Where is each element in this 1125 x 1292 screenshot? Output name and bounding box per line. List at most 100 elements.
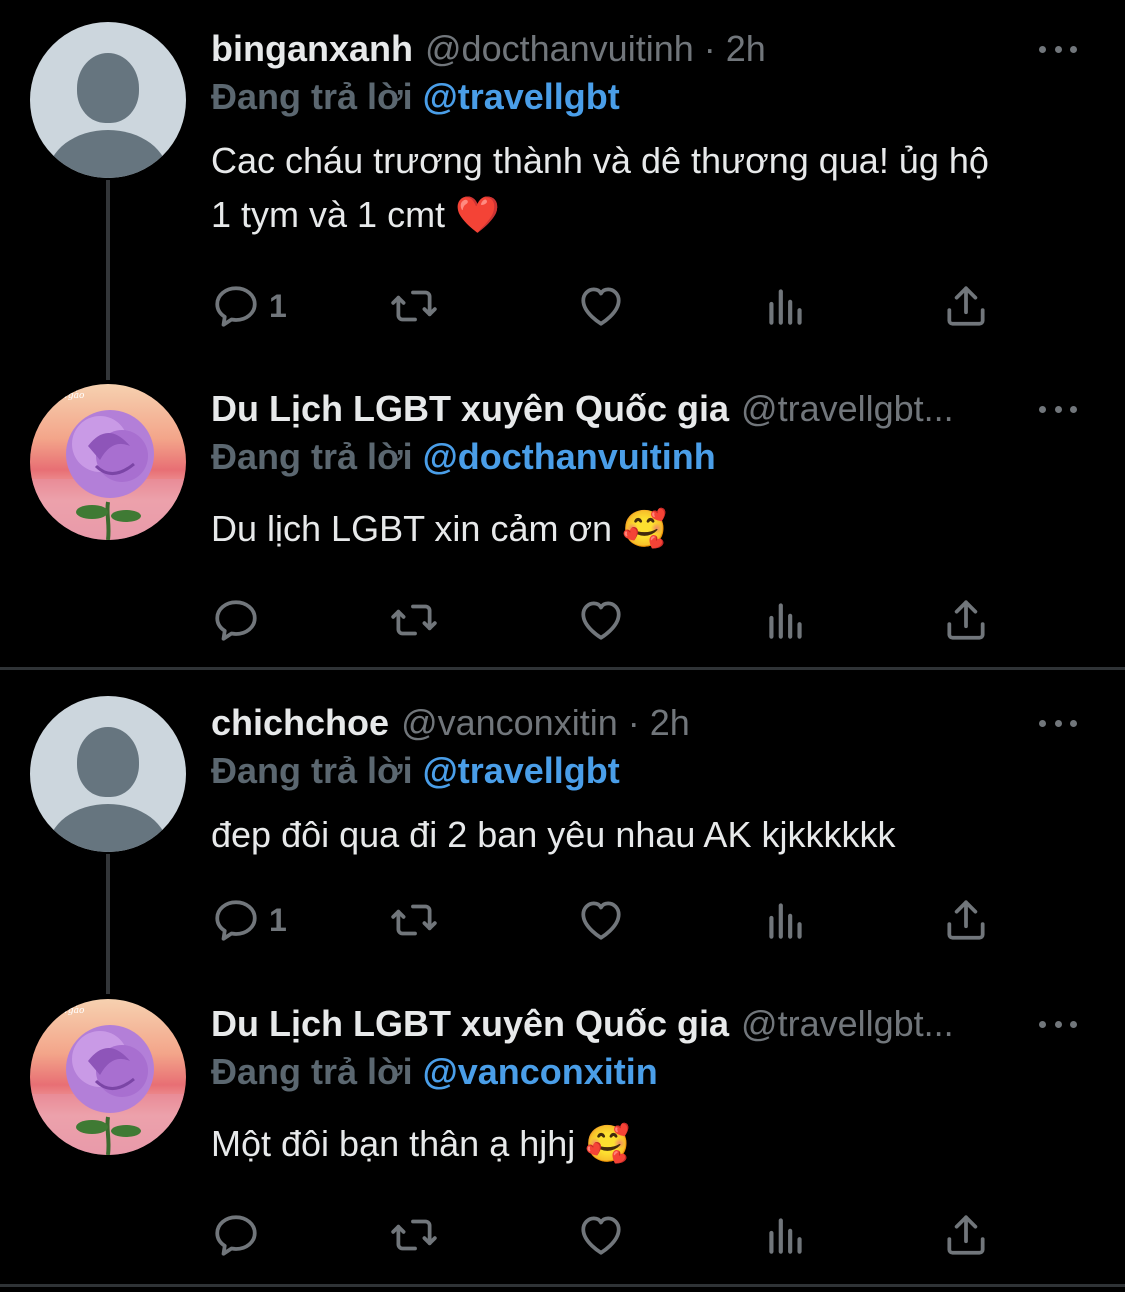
- reply-count: 1: [269, 901, 287, 938]
- retweet-icon: [391, 904, 437, 936]
- views-button[interactable]: [761, 592, 811, 648]
- separator-dot: ·: [627, 702, 640, 743]
- more-icon[interactable]: [1035, 394, 1081, 424]
- timestamp[interactable]: 2h: [650, 702, 690, 744]
- reply-button[interactable]: [211, 1207, 261, 1263]
- display-name[interactable]: Du Lịch LGBT xuyên Quốc gia: [211, 388, 729, 430]
- thread-divider: [0, 1284, 1125, 1287]
- user-handle[interactable]: @travellgbt...: [741, 388, 954, 430]
- share-button[interactable]: [941, 278, 991, 334]
- like-button[interactable]: [576, 1207, 626, 1263]
- views-button[interactable]: [761, 892, 811, 948]
- tweet-actions: [211, 1207, 1011, 1263]
- tweet-text-line: Cac cháu trương thành và dê thương qua! …: [211, 140, 989, 181]
- tweet-text: Cac cháu trương thành và dê thương qua! …: [211, 134, 1091, 242]
- timestamp[interactable]: 2h: [726, 28, 766, 70]
- replying-label: Đang trả lời: [211, 436, 413, 477]
- tweet-actions: 1: [211, 278, 1011, 334]
- mention-link[interactable]: @docthanvuitinh: [423, 436, 716, 477]
- reply-icon: [215, 286, 257, 327]
- tweet-header: Du Lịch LGBT xuyên Quốc gia @travellgbt.…: [211, 384, 1095, 434]
- tweet-text-line: 1 tym và 1 cmt ❤️: [211, 194, 500, 235]
- views-icon: [769, 289, 802, 325]
- reply-count: 1: [269, 287, 287, 324]
- views-button[interactable]: [761, 278, 811, 334]
- like-icon: [581, 901, 621, 940]
- display-name[interactable]: chichchoe: [211, 702, 389, 744]
- tweet-text: đep đôi qua đi 2 ban yêu nhau AK kjkkkkk…: [211, 808, 1091, 862]
- tweet-text: Một đôi bạn thân ạ hjhj 🥰: [211, 1117, 1091, 1171]
- like-icon: [581, 1216, 621, 1255]
- views-icon: [769, 603, 802, 639]
- rose-avatar[interactable]: Ngào: [30, 384, 186, 540]
- like-icon: [581, 601, 621, 640]
- replying-to: Đang trả lời @vanconxitin: [211, 1051, 658, 1093]
- share-icon: [947, 286, 985, 326]
- tweet-header: Du Lịch LGBT xuyên Quốc gia @travellgbt.…: [211, 999, 1095, 1049]
- display-name[interactable]: binganxanh: [211, 28, 413, 70]
- replying-to: Đang trả lời @docthanvuitinh: [211, 436, 716, 478]
- views-button[interactable]: [761, 1207, 811, 1263]
- mention-link[interactable]: @travellgbt: [423, 76, 620, 117]
- tweet[interactable]: Ngào Du Lịch LGBT xuyên Quốc gia @travel…: [0, 384, 1125, 664]
- separator-dot: ·: [703, 28, 716, 69]
- replying-label: Đang trả lời: [211, 750, 413, 791]
- default-avatar[interactable]: [30, 696, 186, 852]
- tweet-text-line: đep đôi qua đi 2 ban yêu nhau AK kjkkkkk…: [211, 814, 896, 855]
- views-icon: [769, 903, 802, 939]
- retweet-button[interactable]: [389, 1207, 439, 1263]
- replying-label: Đang trả lời: [211, 76, 413, 117]
- display-name[interactable]: Du Lịch LGBT xuyên Quốc gia: [211, 1003, 729, 1045]
- like-button[interactable]: [576, 592, 626, 648]
- user-handle[interactable]: @travellgbt...: [741, 1003, 954, 1045]
- reply-icon: [215, 900, 257, 941]
- user-handle[interactable]: @docthanvuitinh: [425, 28, 694, 70]
- svg-text:Ngào: Ngào: [59, 1005, 85, 1016]
- more-icon[interactable]: [1035, 1009, 1081, 1039]
- default-avatar[interactable]: [30, 22, 186, 178]
- replying-to: Đang trả lời @travellgbt: [211, 750, 620, 792]
- tweet-text: Du lịch LGBT xin cảm ơn 🥰: [211, 502, 1091, 556]
- tweet-text-line: Du lịch LGBT xin cảm ơn 🥰: [211, 508, 667, 549]
- rose-avatar[interactable]: Ngào: [30, 999, 186, 1155]
- retweet-icon: [391, 290, 437, 322]
- reply-icon: [215, 600, 257, 641]
- tweet[interactable]: binganxanh @docthanvuitinh · 2h Đang trả…: [0, 0, 1125, 360]
- like-icon: [581, 287, 621, 326]
- replying-to: Đang trả lời @travellgbt: [211, 76, 620, 118]
- retweet-icon: [391, 1219, 437, 1251]
- retweet-icon: [391, 604, 437, 636]
- share-button[interactable]: [941, 592, 991, 648]
- tweet[interactable]: Ngào Du Lịch LGBT xuyên Quốc gia @travel…: [0, 999, 1125, 1279]
- retweet-button[interactable]: [389, 592, 439, 648]
- mention-link[interactable]: @travellgbt: [423, 750, 620, 791]
- like-button[interactable]: [576, 278, 626, 334]
- reply-button[interactable]: 1: [211, 278, 287, 334]
- retweet-button[interactable]: [389, 892, 439, 948]
- rose-image: Ngào: [30, 390, 186, 540]
- retweet-button[interactable]: [389, 278, 439, 334]
- reply-button[interactable]: [211, 592, 261, 648]
- replying-label: Đang trả lời: [211, 1051, 413, 1092]
- like-button[interactable]: [576, 892, 626, 948]
- tweet[interactable]: chichchoe @vanconxitin · 2h Đang trả lời…: [0, 674, 1125, 974]
- more-icon[interactable]: [1035, 708, 1081, 738]
- tweet-header: chichchoe @vanconxitin · 2h: [211, 698, 1095, 748]
- share-button[interactable]: [941, 1207, 991, 1263]
- thread-divider: [0, 667, 1125, 670]
- svg-text:Ngào: Ngào: [59, 390, 85, 401]
- views-icon: [769, 1218, 802, 1254]
- tweet-actions: [211, 592, 1011, 648]
- more-icon[interactable]: [1035, 34, 1081, 64]
- tweet-text-line: Một đôi bạn thân ạ hjhj 🥰: [211, 1123, 631, 1164]
- rose-image: Ngào: [30, 1005, 186, 1155]
- user-handle[interactable]: @vanconxitin: [401, 702, 618, 744]
- mention-link[interactable]: @vanconxitin: [423, 1051, 658, 1092]
- tweet-header: binganxanh @docthanvuitinh · 2h: [211, 24, 1095, 74]
- share-icon: [947, 900, 985, 940]
- share-icon: [947, 600, 985, 640]
- share-button[interactable]: [941, 892, 991, 948]
- share-icon: [947, 1215, 985, 1255]
- reply-button[interactable]: 1: [211, 892, 287, 948]
- reply-icon: [215, 1215, 257, 1256]
